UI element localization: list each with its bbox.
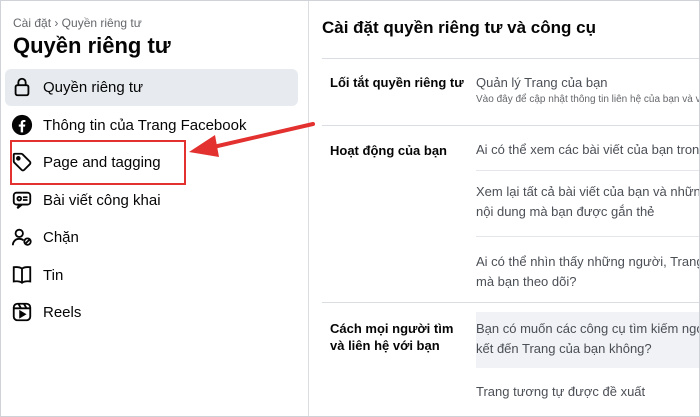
public-posts-icon <box>12 191 32 209</box>
settings-sidebar: Cài đặt › Quyền riêng tư Quyền riêng tư … <box>1 1 309 416</box>
sidebar-item-label: Tin <box>43 266 64 284</box>
section-your-activity: Hoạt động của bạn Ai có thể xem các bài … <box>322 125 700 302</box>
section-label: Hoạt động của bạn <box>330 143 447 158</box>
sidebar-item-public-posts[interactable]: Bài viết công khai <box>1 182 309 220</box>
sidebar-item-stories[interactable]: Tin <box>1 257 309 295</box>
row-title: Ai có thể nhìn thấy những người, Trang v <box>476 254 700 269</box>
row-divider <box>476 170 699 171</box>
row-subtitle: Vào đây để cập nhật thông tin liên hệ củ… <box>476 94 700 105</box>
sidebar-nav: Quyền riêng tư Thông tin của Trang Faceb… <box>1 69 309 332</box>
sidebar-item-label: Chặn <box>43 229 79 247</box>
page-title: Quyền riêng tư <box>13 33 171 58</box>
reels-icon <box>12 302 32 322</box>
who-can-see-posts-row[interactable]: Ai có thể xem các bài viết của bạn trong… <box>476 140 700 160</box>
section-label: Cách mọi người tìm và liên hệ với bạn <box>330 321 454 353</box>
facebook-icon <box>11 114 33 135</box>
sidebar-item-label: Page and tagging <box>43 154 161 172</box>
row-title: Trang tương tự được đề xuất <box>476 384 646 399</box>
stories-icon <box>12 265 32 284</box>
sidebar-item-label: Reels <box>43 304 82 322</box>
row-title-line2: mà bạn theo dõi? <box>476 274 577 289</box>
section-privacy-shortcuts: Lối tắt quyền riêng tư Quản lý Trang của… <box>322 58 700 125</box>
row-title: Xem lại tất cả bài viết của bạn và những <box>476 184 700 199</box>
row-title: Ai có thể xem các bài viết của bạn trong… <box>476 142 700 157</box>
row-title: Quản lý Trang của bạn <box>476 75 608 90</box>
sidebar-item-label: Bài viết công khai <box>43 191 161 209</box>
suggested-pages-row[interactable]: Trang tương tự được đề xuất <box>476 382 699 402</box>
block-user-icon <box>11 228 32 246</box>
sidebar-item-reels[interactable]: Reels <box>1 294 309 332</box>
section-find-and-contact: Cách mọi người tìm và liên hệ với bạn Bạ… <box>322 302 700 416</box>
settings-card: Cài đặt quyền riêng tư và công cụ Lối tắ… <box>309 1 700 416</box>
main-panel: Cài đặt quyền riêng tư và công cụ Lối tắ… <box>309 1 700 416</box>
search-engine-link-row[interactable]: Bạn có muốn các công cụ tìm kiếm ngoà kế… <box>476 312 700 368</box>
row-title-line2: nội dung mà bạn được gắn thẻ <box>476 204 655 219</box>
row-title: Bạn có muốn các công cụ tìm kiếm ngoà <box>476 321 700 336</box>
sidebar-item-label: Thông tin của Trang Facebook <box>43 116 247 134</box>
sidebar-item-label: Quyền riêng tư <box>43 79 144 97</box>
sidebar-item-privacy[interactable]: Quyền riêng tư <box>1 69 309 107</box>
row-divider <box>476 236 699 237</box>
manage-page-row[interactable]: Quản lý Trang của bạn Vào đây để cập nhậ… <box>476 73 700 107</box>
screenshot-frame: Cài đặt › Quyền riêng tư Quyền riêng tư … <box>0 0 700 417</box>
main-title: Cài đặt quyền riêng tư và công cụ <box>322 18 596 37</box>
tag-icon <box>12 152 32 172</box>
review-tagged-posts-row[interactable]: Xem lại tất cả bài viết của bạn và những… <box>476 182 700 222</box>
sidebar-item-blocking[interactable]: Chặn <box>1 219 309 257</box>
row-title-line2: kết đến Trang của bạn không? <box>476 341 652 356</box>
breadcrumb[interactable]: Cài đặt › Quyền riêng tư <box>13 16 142 30</box>
who-can-see-following-row[interactable]: Ai có thể nhìn thấy những người, Trang v… <box>476 252 700 292</box>
lock-icon <box>14 77 30 97</box>
section-label: Lối tắt quyền riêng tư <box>330 75 464 90</box>
